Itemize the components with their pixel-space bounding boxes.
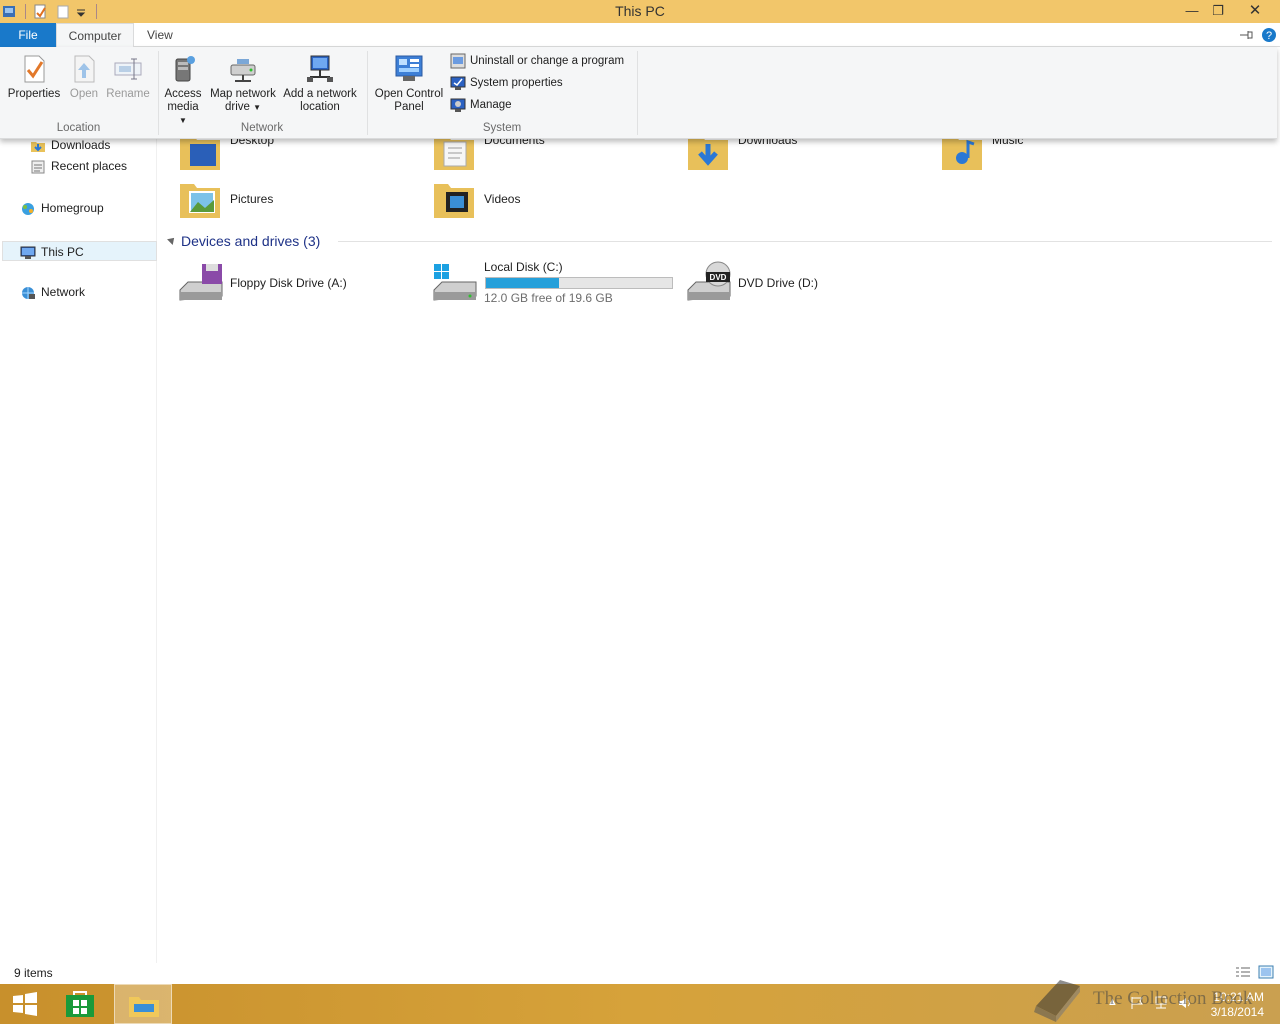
open-button[interactable]: Open: [66, 53, 102, 101]
disk-capacity-bar: [485, 277, 673, 289]
dvd-drive-icon: DVD: [687, 261, 731, 301]
add-network-location-button[interactable]: Add a network location: [281, 53, 359, 114]
manage-button[interactable]: Manage: [450, 96, 512, 114]
tab-computer[interactable]: Computer: [56, 23, 134, 48]
svg-text:DVD: DVD: [710, 273, 727, 282]
window-title: This PC: [615, 3, 665, 19]
system-properties-icon: [450, 76, 466, 90]
network-icon: [22, 286, 35, 299]
tab-view[interactable]: View: [137, 23, 183, 47]
group-separator: [637, 51, 638, 135]
windows-logo-icon: [13, 992, 37, 1016]
manage-icon: [450, 98, 466, 112]
nav-item-homegroup[interactable]: Homegroup: [20, 198, 104, 218]
map-network-drive-button[interactable]: Map network drive ▼: [206, 53, 280, 114]
start-button[interactable]: [0, 984, 58, 1024]
devices-group-header[interactable]: Devices and drives (3): [167, 232, 1272, 252]
drive-dvd-d[interactable]: DVD DVD Drive (D:): [686, 260, 926, 310]
network-location-icon: [307, 55, 333, 82]
nav-item-network[interactable]: Network: [20, 282, 85, 302]
pictures-folder-icon: [180, 184, 220, 218]
network-drive-icon: [230, 59, 256, 82]
uninstall-icon: [450, 53, 466, 69]
close-button[interactable]: ✕: [1232, 0, 1278, 21]
rename-icon: [114, 58, 142, 80]
minimize-button[interactable]: —: [1178, 0, 1206, 21]
homegroup-icon: [22, 202, 34, 215]
nav-item-recent-places[interactable]: Recent places: [30, 156, 127, 176]
disk-capacity-fill: [486, 278, 559, 288]
group-label-system: System: [482, 122, 522, 134]
system-properties-button[interactable]: System properties: [450, 74, 563, 92]
this-pc-icon: [20, 246, 36, 259]
file-explorer-icon: [129, 997, 159, 1017]
navigation-pane: Downloads Recent places Homegroup This P…: [0, 138, 157, 964]
title-bar: This PC — ❐ ✕: [0, 0, 1280, 23]
media-server-icon: [175, 56, 195, 82]
control-panel-icon: [395, 55, 423, 81]
item-count: 9 items: [14, 966, 53, 980]
help-icon[interactable]: ?: [1261, 27, 1277, 43]
ribbon-tabs: File Computer View ?: [0, 23, 1280, 48]
videos-folder-icon: [434, 184, 474, 218]
maximize-button[interactable]: ❐: [1204, 0, 1232, 21]
group-divider: [338, 241, 1272, 242]
group-label-location: Location: [56, 122, 101, 134]
open-control-panel-button[interactable]: Open Control Panel: [372, 53, 446, 114]
taskbar-file-explorer-button[interactable]: [114, 984, 172, 1024]
open-icon: [74, 55, 95, 83]
drive-floppy[interactable]: Floppy Disk Drive (A:): [178, 260, 418, 310]
content-pane: Desktop Documents Downloads Music Pictur…: [158, 133, 1280, 964]
group-label-network: Network: [240, 122, 284, 134]
downloads-folder-icon: [31, 141, 45, 152]
store-icon: [66, 991, 94, 1017]
properties-icon: [24, 55, 45, 83]
local-disk-icon: [433, 264, 477, 301]
floppy-drive-icon: [179, 264, 223, 301]
tab-file[interactable]: File: [0, 23, 56, 47]
ribbon: Properties Open Rename Location Access m…: [0, 47, 1277, 139]
folder-pictures[interactable]: Pictures: [178, 176, 408, 226]
book-logo-icon: [1034, 980, 1080, 1022]
recent-places-icon: [31, 160, 45, 174]
access-media-button[interactable]: Access media ▼: [162, 53, 204, 127]
nav-item-this-pc[interactable]: This PC: [2, 241, 157, 261]
uninstall-program-button[interactable]: Uninstall or change a program: [450, 52, 624, 70]
folder-videos[interactable]: Videos: [432, 176, 662, 226]
dropdown-arrow-icon: ▼: [253, 103, 262, 112]
svg-text:?: ?: [1266, 30, 1272, 42]
rename-button[interactable]: Rename: [104, 53, 152, 101]
taskbar-store-button[interactable]: [54, 984, 112, 1024]
watermark: The Collection Book: [1030, 976, 1270, 1024]
properties-button[interactable]: Properties: [5, 53, 63, 101]
collapse-arrow-icon[interactable]: [167, 235, 177, 245]
pin-ribbon-icon[interactable]: [1238, 28, 1254, 42]
